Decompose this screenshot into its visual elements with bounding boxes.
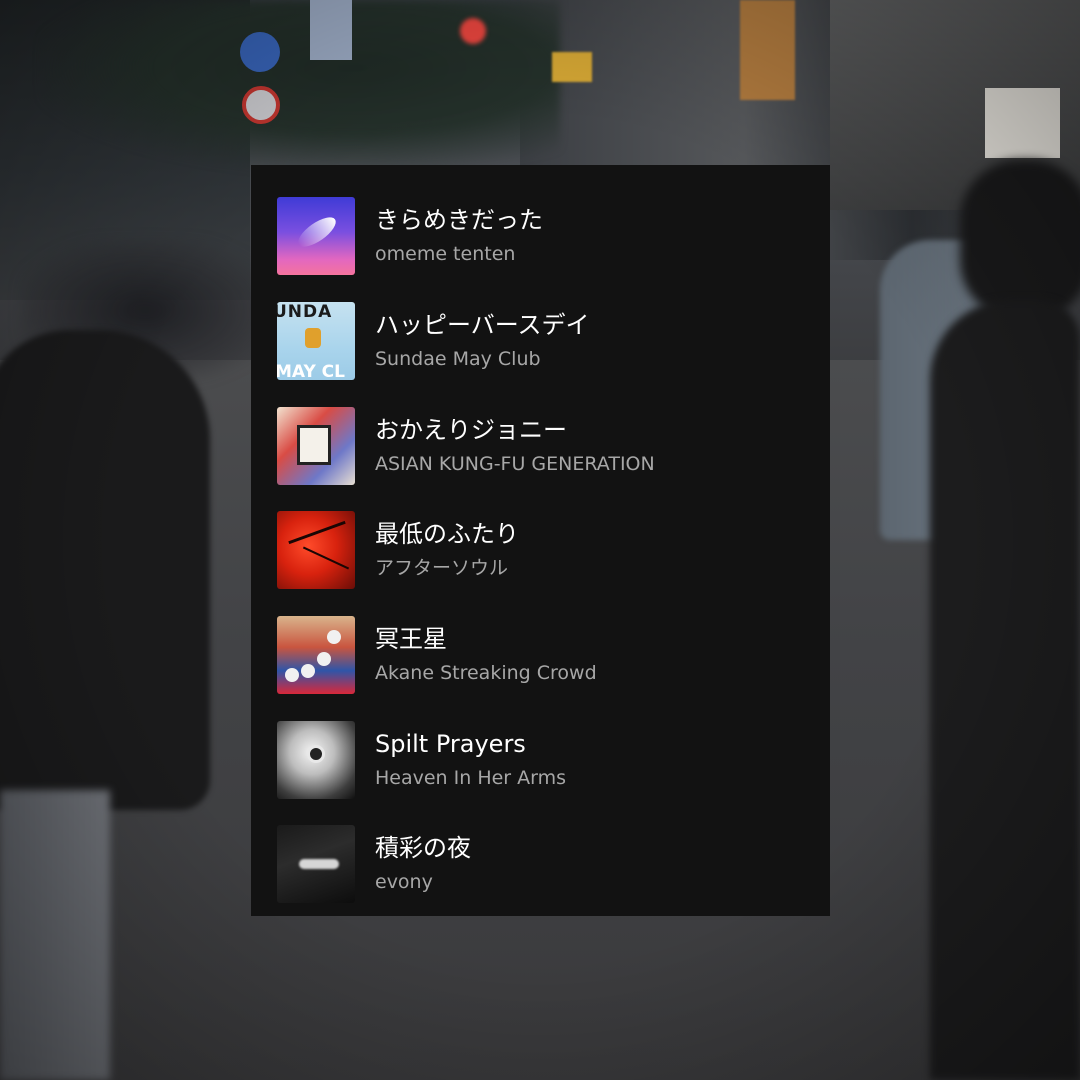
track-title: きらめきだった xyxy=(375,206,543,235)
album-cover xyxy=(277,825,355,904)
track-meta: 最低のふたり アフターソウル xyxy=(375,519,519,581)
track-row[interactable]: きらめきだった omeme tenten xyxy=(277,184,830,289)
track-meta: おかえりジョニー ASIAN KUNG-FU GENERATION xyxy=(375,415,655,477)
album-cover-ball xyxy=(327,630,341,645)
track-title: ハッピーバースデイ xyxy=(375,311,590,340)
track-row[interactable]: おかえりジョニー ASIAN KUNG-FU GENERATION xyxy=(277,393,830,498)
album-cover-ball xyxy=(317,652,331,667)
album-cover: UNDA MAY CL xyxy=(277,302,355,381)
album-cover xyxy=(277,720,355,799)
track-meta: Spilt Prayers Heaven In Her Arms xyxy=(375,729,566,791)
track-artist: Sundae May Club xyxy=(375,348,541,371)
track-row[interactable]: UNDA MAY CL ハッピーバースデイ Sundae May Club xyxy=(277,289,830,394)
track-row[interactable]: Spilt Prayers Heaven In Her Arms xyxy=(277,707,830,812)
album-cover-eye xyxy=(307,744,325,763)
comet-graphic xyxy=(293,212,341,253)
album-cover xyxy=(277,406,355,485)
track-title: 積彩の夜 xyxy=(375,834,471,863)
track-title: おかえりジョニー xyxy=(375,415,567,444)
album-cover-text: UNDA xyxy=(277,302,333,323)
album-cover-branch xyxy=(288,521,346,545)
album-cover-figure xyxy=(297,424,331,465)
track-artist: omeme tenten xyxy=(375,243,516,266)
track-artist: Heaven In Her Arms xyxy=(375,766,567,789)
track-meta: 積彩の夜 evony xyxy=(375,833,471,895)
track-artist: Akane Streaking Crowd xyxy=(375,662,597,685)
album-cover xyxy=(277,197,355,276)
track-meta: ハッピーバースデイ Sundae May Club xyxy=(375,310,590,372)
album-cover xyxy=(277,511,355,590)
track-row[interactable]: 冥王星 Akane Streaking Crowd xyxy=(277,603,830,708)
track-meta: 冥王星 Akane Streaking Crowd xyxy=(375,624,597,686)
track-artist: evony xyxy=(375,871,433,894)
album-cover-branch xyxy=(302,546,350,570)
track-title: 冥王星 xyxy=(375,625,447,654)
track-artist: ASIAN KUNG-FU GENERATION xyxy=(375,452,655,475)
track-title: 最低のふたり xyxy=(375,520,519,549)
track-title: Spilt Prayers xyxy=(375,729,526,758)
album-cover-figure xyxy=(305,328,321,349)
track-row[interactable]: 最低のふたり アフターソウル xyxy=(277,498,830,603)
track-meta: きらめきだった omeme tenten xyxy=(375,205,543,267)
album-cover-text: MAY CL xyxy=(277,362,345,381)
album-cover-light xyxy=(299,859,339,870)
album-cover xyxy=(277,616,355,695)
album-cover-ball xyxy=(285,668,299,683)
album-cover-ball xyxy=(301,664,315,679)
playlist-card: きらめきだった omeme tenten UNDA MAY CL ハッピーバース… xyxy=(251,165,830,916)
track-artist: アフターソウル xyxy=(375,557,509,580)
track-row[interactable]: 積彩の夜 evony xyxy=(277,812,830,917)
